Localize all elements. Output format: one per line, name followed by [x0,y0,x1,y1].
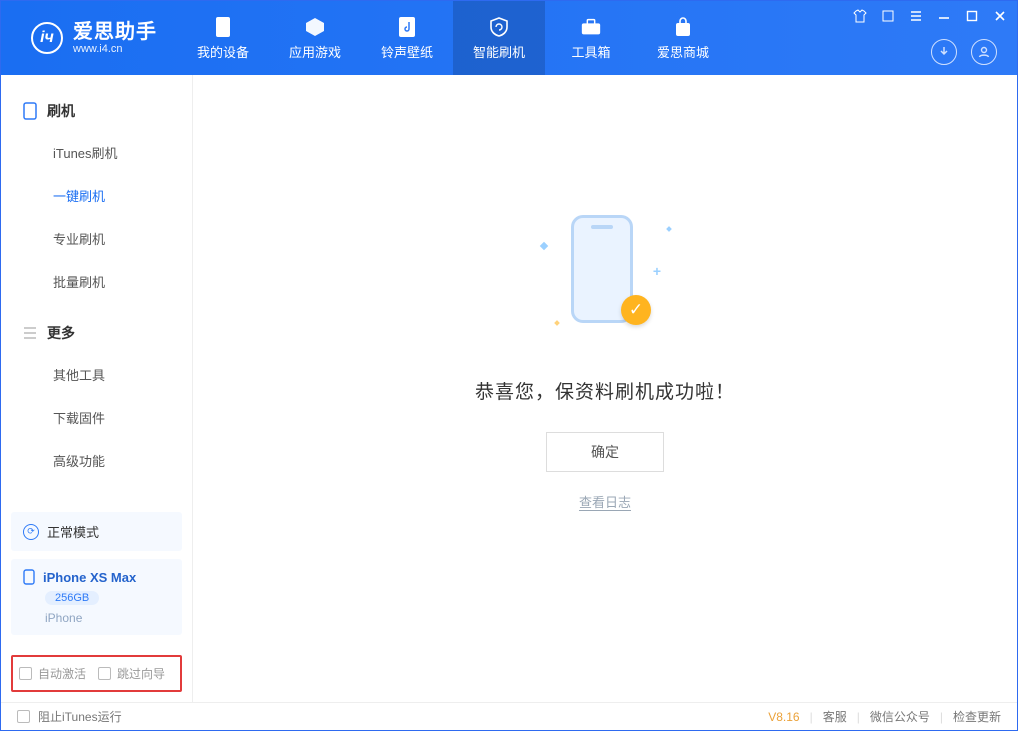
section-label: 更多 [47,323,75,343]
nav-ringtones[interactable]: 铃声壁纸 [361,1,453,75]
check-update-link[interactable]: 检查更新 [953,708,1001,725]
window-icon[interactable] [881,9,895,23]
logo-area: iч 爱思助手 www.i4.cn [1,1,177,75]
checkbox-block-itunes[interactable]: 阻止iTunes运行 [17,708,122,725]
divider: | [810,710,813,724]
sidebar-item-download-fw[interactable]: 下载固件 [1,396,192,439]
nav-apps[interactable]: 应用游戏 [269,1,361,75]
device-icon [212,16,234,38]
download-icon[interactable] [931,39,957,65]
block-itunes-label: 阻止iTunes运行 [38,708,122,725]
checkmark-badge-icon: ✓ [621,295,651,325]
checkbox-auto-activate[interactable]: 自动激活 [19,665,86,682]
footer-right: V8.16 | 客服 | 微信公众号 | 检查更新 [768,708,1001,725]
nav-label: 铃声壁纸 [381,42,433,61]
sidebar-item-itunes[interactable]: iTunes刷机 [1,131,192,174]
toolbox-icon [580,16,602,38]
sidebar-item-pro[interactable]: 专业刷机 [1,217,192,260]
nav-my-device[interactable]: 我的设备 [177,1,269,75]
tshirt-icon[interactable] [853,9,867,23]
user-icon[interactable] [971,39,997,65]
sparkle-icon [666,226,672,232]
sidebar-item-oneclick[interactable]: 一键刷机 [1,174,192,217]
menu-icon[interactable] [909,9,923,23]
sidebar-item-other-tools[interactable]: 其他工具 [1,353,192,396]
sidebar-item-advanced[interactable]: 高级功能 [1,439,192,482]
sparkle-icon [554,320,560,326]
app-title: 爱思助手 [73,21,157,43]
nav-label: 应用游戏 [289,42,341,61]
sidebar-section-flash: 刷机 [1,91,192,131]
ok-button[interactable]: 确定 [546,432,664,472]
footer: 阻止iTunes运行 V8.16 | 客服 | 微信公众号 | 检查更新 [1,702,1017,730]
sidebar-section-more: 更多 [1,313,192,353]
app-subtitle: www.i4.cn [73,43,157,55]
support-link[interactable]: 客服 [823,708,847,725]
plus-icon: + [653,263,661,279]
phone-small-icon [23,569,35,585]
device-box[interactable]: iPhone XS Max 256GB iPhone [11,559,182,635]
wechat-link[interactable]: 微信公众号 [870,708,930,725]
body: 刷机 iTunes刷机 一键刷机 专业刷机 批量刷机 更多 其他工具 下载固件 … [1,75,1017,702]
view-log-link[interactable]: 查看日志 [579,492,631,511]
phone-icon [23,102,37,120]
nav-label: 我的设备 [197,42,249,61]
device-storage: 256GB [45,591,99,605]
nav-label: 爱思商城 [657,42,709,61]
nav-flash[interactable]: 智能刷机 [453,1,545,75]
close-icon[interactable] [993,9,1007,23]
list-icon [23,327,37,339]
minimize-icon[interactable] [937,9,951,23]
main-content: ✓ + 恭喜您，保资料刷机成功啦！ 确定 查看日志 [193,75,1017,702]
shield-sync-icon [488,16,510,38]
sidebar: 刷机 iTunes刷机 一键刷机 专业刷机 批量刷机 更多 其他工具 下载固件 … [1,75,193,702]
checkbox-skip-guide[interactable]: 跳过向导 [98,665,165,682]
maximize-icon[interactable] [965,9,979,23]
section-label: 刷机 [47,101,75,121]
nav-label: 智能刷机 [473,42,525,61]
logo-text: 爱思助手 www.i4.cn [73,21,157,55]
divider: | [940,710,943,724]
mode-box[interactable]: ⟳ 正常模式 [11,512,182,551]
device-type: iPhone [45,611,170,625]
nav-store[interactable]: 爱思商城 [637,1,729,75]
opt-label: 自动激活 [38,665,86,682]
opt-label: 跳过向导 [117,665,165,682]
app-header: iч 爱思助手 www.i4.cn 我的设备 应用游戏 铃声壁纸 智能刷机 工具… [1,1,1017,75]
top-nav: 我的设备 应用游戏 铃声壁纸 智能刷机 工具箱 爱思商城 [177,1,729,75]
divider: | [857,710,860,724]
nav-label: 工具箱 [571,42,610,61]
checkbox-icon [98,667,111,680]
header-right [931,39,997,65]
cube-icon [304,16,326,38]
music-file-icon [396,16,418,38]
bag-icon [672,16,694,38]
checkbox-icon [19,667,32,680]
sidebar-item-batch[interactable]: 批量刷机 [1,260,192,303]
options-box-highlighted: 自动激活 跳过向导 [11,655,182,692]
device-name: iPhone XS Max [43,570,136,585]
sync-icon: ⟳ [23,524,39,540]
logo-icon: iч [31,22,63,54]
success-message: 恭喜您，保资料刷机成功啦！ [475,377,735,404]
version-label: V8.16 [768,710,799,724]
success-illustration: ✓ + [535,207,675,347]
checkbox-icon [17,710,30,723]
sparkle-icon [540,241,548,249]
titlebar-controls [853,9,1007,23]
nav-toolbox[interactable]: 工具箱 [545,1,637,75]
mode-label: 正常模式 [47,522,99,541]
